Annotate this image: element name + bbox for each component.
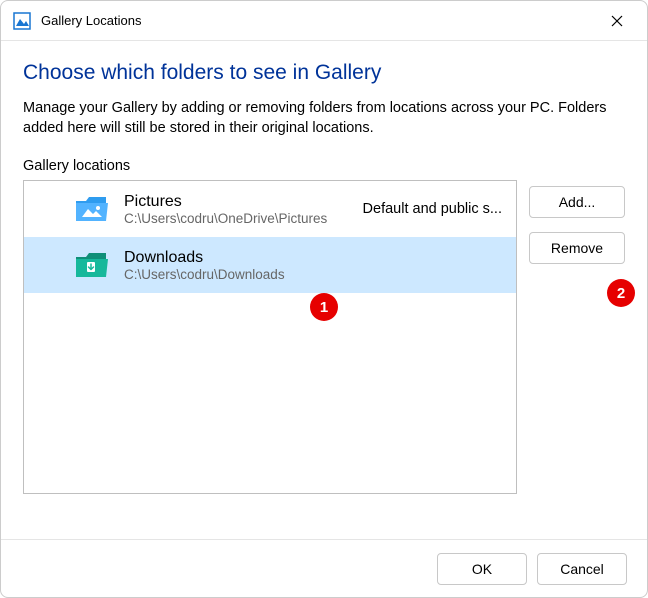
pictures-folder-icon bbox=[74, 195, 108, 223]
close-button[interactable] bbox=[595, 5, 639, 37]
section-label: Gallery locations bbox=[23, 158, 625, 174]
location-tag: Default and public s... bbox=[363, 201, 502, 217]
window-title: Gallery Locations bbox=[41, 13, 595, 28]
downloads-folder-icon bbox=[74, 251, 108, 279]
titlebar: Gallery Locations bbox=[1, 1, 647, 41]
location-path: C:\Users\codru\OneDrive\Pictures bbox=[124, 211, 351, 226]
dialog-content: Choose which folders to see in Gallery M… bbox=[1, 41, 647, 539]
dialog-footer: OK Cancel bbox=[1, 539, 647, 597]
side-button-group: Add... Remove bbox=[529, 180, 625, 539]
page-heading: Choose which folders to see in Gallery bbox=[23, 61, 625, 85]
remove-button[interactable]: Remove bbox=[529, 232, 625, 264]
location-name: Downloads bbox=[124, 249, 502, 267]
add-button[interactable]: Add... bbox=[529, 186, 625, 218]
app-icon bbox=[13, 12, 31, 30]
location-path: C:\Users\codru\Downloads bbox=[124, 267, 502, 282]
ok-button[interactable]: OK bbox=[437, 553, 527, 585]
locations-listbox[interactable]: Pictures C:\Users\codru\OneDrive\Picture… bbox=[23, 180, 517, 494]
page-subtext: Manage your Gallery by adding or removin… bbox=[23, 99, 625, 138]
location-item-downloads[interactable]: Downloads C:\Users\codru\Downloads bbox=[24, 237, 516, 293]
location-name: Pictures bbox=[124, 193, 351, 211]
location-item-pictures[interactable]: Pictures C:\Users\codru\OneDrive\Picture… bbox=[24, 181, 516, 237]
cancel-button[interactable]: Cancel bbox=[537, 553, 627, 585]
gallery-locations-dialog: Gallery Locations Choose which folders t… bbox=[0, 0, 648, 598]
